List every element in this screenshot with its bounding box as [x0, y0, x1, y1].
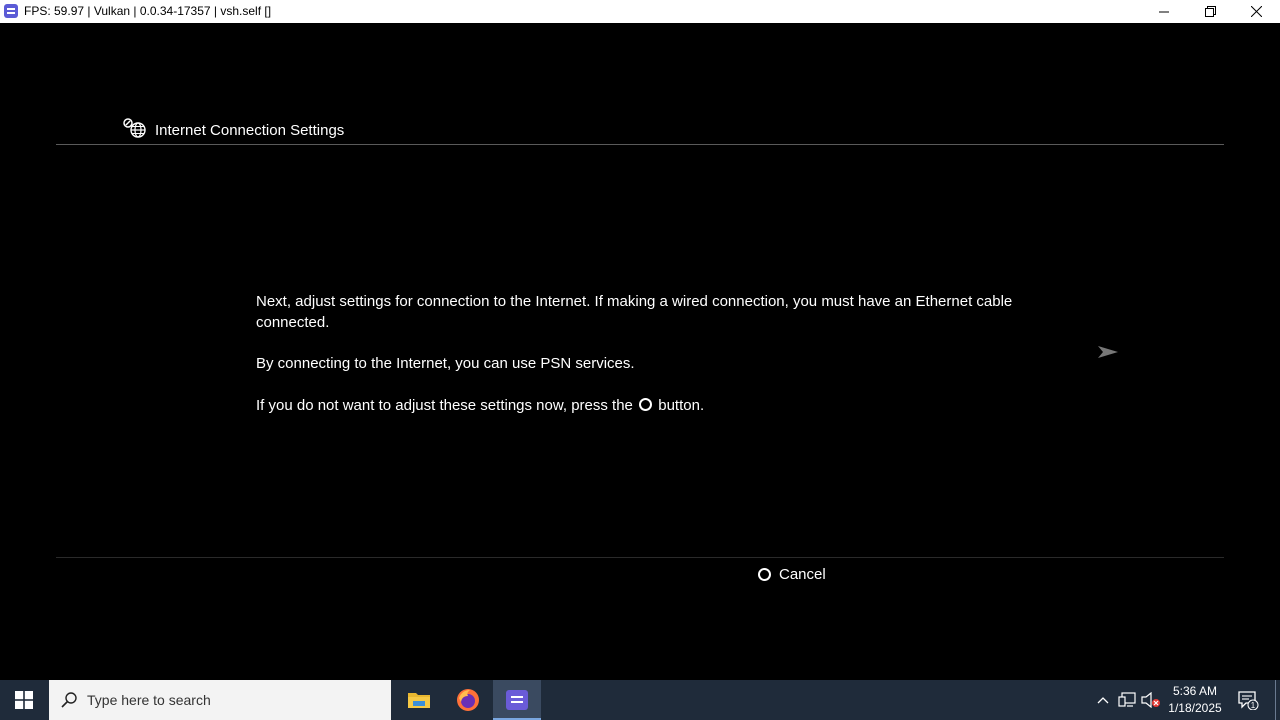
message-paragraph-1: Next, adjust settings for connection to … — [256, 293, 1013, 331]
cancel-button[interactable]: Cancel — [758, 566, 826, 583]
message-paragraph-3: If you do not want to adjust these setti… — [256, 395, 1036, 416]
clock-date: 1/18/2025 — [1168, 701, 1222, 715]
circle-button-icon — [758, 568, 771, 581]
volume-muted-icon — [1141, 692, 1160, 708]
close-button[interactable] — [1233, 0, 1279, 23]
circle-button-icon — [639, 398, 653, 411]
file-explorer-icon — [408, 693, 430, 708]
search-placeholder: Type here to search — [87, 692, 211, 708]
chevron-up-icon — [1097, 697, 1109, 704]
taskbar: Type here to search 5:36 AM 1/18/2025 1 — [0, 680, 1280, 720]
restore-button[interactable] — [1187, 0, 1233, 23]
minimize-button[interactable] — [1141, 0, 1187, 23]
arrow-right-icon[interactable] — [1098, 345, 1118, 359]
show-hidden-icons[interactable] — [1093, 680, 1113, 720]
rpcs3-icon — [4, 4, 18, 18]
action-center-button[interactable]: 1 — [1234, 680, 1262, 720]
message-paragraph-3-end: button. — [658, 397, 705, 414]
rpcs3-icon — [506, 690, 528, 710]
show-desktop-button[interactable] — [1275, 680, 1276, 720]
message-paragraph-2: By connecting to the Internet, you can u… — [256, 355, 635, 372]
restore-icon — [1204, 6, 1216, 17]
network-globe-icon — [123, 118, 146, 138]
search-icon — [61, 692, 77, 708]
minimize-icon — [1159, 11, 1169, 12]
clock-time: 5:36 AM — [1172, 684, 1218, 698]
taskbar-app-file-explorer[interactable] — [395, 680, 443, 720]
start-button[interactable] — [0, 680, 48, 720]
notification-icon: 1 — [1238, 691, 1259, 710]
volume-tray-button[interactable] — [1140, 680, 1162, 720]
window-title: FPS: 59.97 | Vulkan | 0.0.34-17357 | vsh… — [24, 4, 272, 18]
screen-title: Internet Connection Settings — [155, 122, 345, 139]
message-paragraph-3-start: If you do not want to adjust these setti… — [256, 397, 633, 414]
notification-count: 1 — [1251, 701, 1256, 710]
windows-logo-icon — [15, 691, 33, 709]
cancel-label: Cancel — [779, 566, 826, 583]
taskbar-search-box[interactable]: Type here to search — [49, 680, 391, 720]
taskbar-app-rpcs3[interactable] — [493, 680, 541, 720]
header-divider — [56, 144, 1224, 145]
network-tray-button[interactable] — [1116, 680, 1138, 720]
window-title-bar[interactable]: FPS: 59.97 | Vulkan | 0.0.34-17357 | vsh… — [0, 0, 1280, 23]
taskbar-app-firefox[interactable] — [444, 680, 492, 720]
footer-divider — [56, 557, 1224, 558]
close-icon — [1250, 6, 1262, 17]
taskbar-clock[interactable]: 5:36 AM 1/18/2025 — [1162, 683, 1228, 717]
network-icon — [1118, 692, 1136, 707]
firefox-icon — [457, 689, 479, 711]
